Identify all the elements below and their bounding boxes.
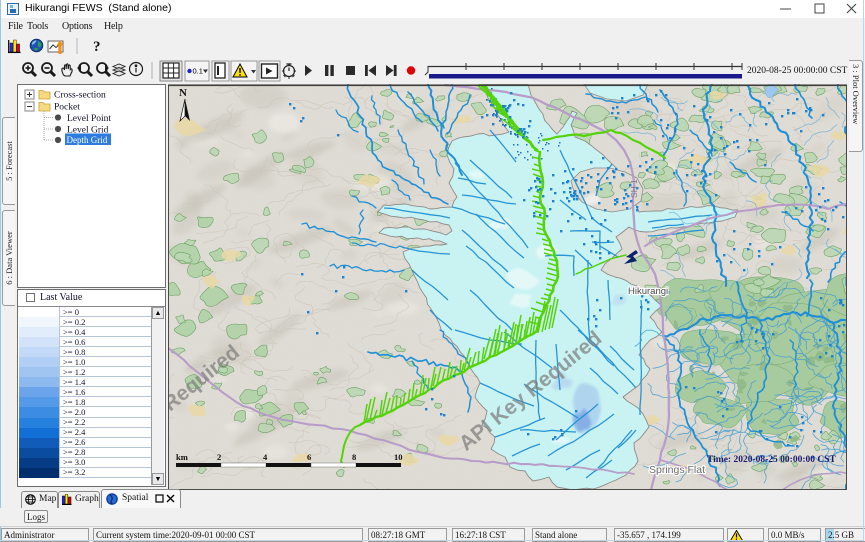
svg-text:Hikurangi: Hikurangi — [628, 286, 668, 297]
svg-text:km: km — [176, 452, 188, 462]
svg-text:Cross-section: Cross-section — [54, 91, 106, 101]
svg-text:Time: 2020-08-25 00:00:00 CST: Time: 2020-08-25 00:00:00 CST — [707, 455, 837, 465]
svg-text:6: 6 — [307, 452, 311, 462]
svg-text:Pocket: Pocket — [54, 103, 80, 113]
svg-text:2: 2 — [217, 452, 221, 462]
svg-text:Depth Grid: Depth Grid — [67, 135, 108, 145]
svg-text:SH 1: SH 1 — [629, 179, 639, 198]
svg-text:2020-08-25 00:00:00 CST: 2020-08-25 00:00:00 CST — [747, 66, 847, 76]
svg-text:N: N — [179, 87, 187, 99]
svg-text:Springs Flat: Springs Flat — [649, 464, 705, 476]
svg-text:8: 8 — [352, 452, 356, 462]
svg-text:10: 10 — [394, 452, 403, 462]
svg-text:?: ? — [93, 39, 101, 55]
svg-text:0.1: 0.1 — [193, 67, 203, 76]
svg-text:Level Point: Level Point — [67, 114, 111, 124]
